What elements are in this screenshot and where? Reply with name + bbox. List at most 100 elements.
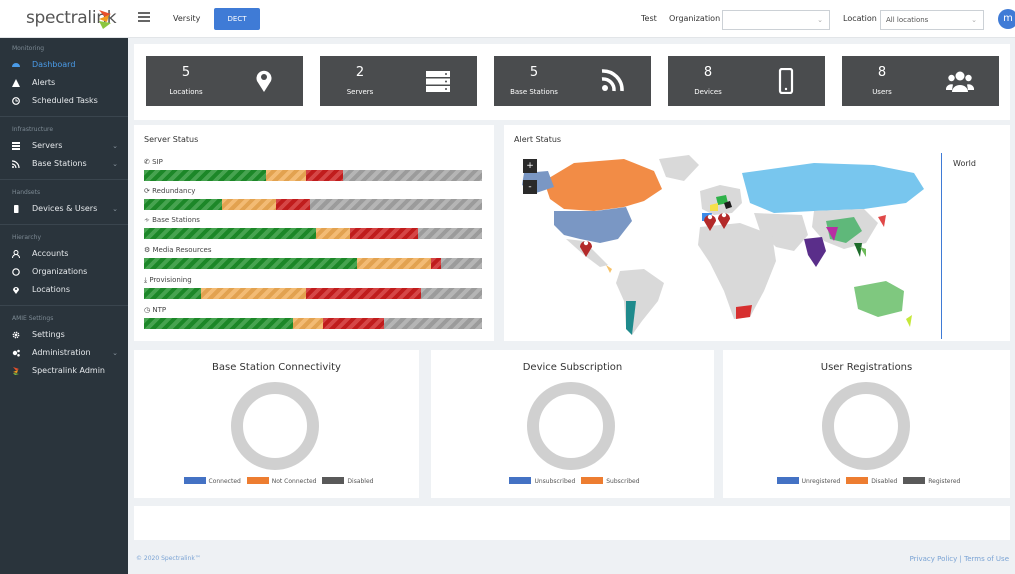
privacy-policy-link[interactable]: Privacy Policy bbox=[910, 555, 958, 563]
map-zoom-out-button[interactable]: - bbox=[523, 180, 537, 194]
sidebar-section-hierarchy: Hierarchy bbox=[12, 234, 42, 241]
sidebar-item-locations[interactable]: Locations bbox=[0, 281, 128, 299]
status-row-ntp: ◷ NTP bbox=[144, 305, 482, 329]
legend-label: Not Connected bbox=[271, 478, 317, 485]
rss-icon: ∻ bbox=[144, 216, 150, 224]
sidebar-divider bbox=[0, 305, 128, 306]
chevron-down-icon: ⌄ bbox=[112, 142, 118, 150]
bar-segment-ok bbox=[144, 228, 317, 239]
stat-label: Devices bbox=[694, 88, 722, 96]
sidebar-section-handsets: Handsets bbox=[12, 189, 41, 196]
sidebar-item-label: Accounts bbox=[32, 249, 69, 258]
bar-segment-warning bbox=[292, 318, 324, 329]
location-icon bbox=[13, 287, 19, 294]
stat-card-locations[interactable]: 5 Locations bbox=[146, 56, 303, 106]
status-bar-base-stations[interactable] bbox=[144, 228, 482, 239]
sidebar-item-label: Spectralink Admin bbox=[32, 366, 105, 375]
top-bar: spectralink Versity DECT Test Organizati… bbox=[0, 0, 1015, 38]
bar-segment-error bbox=[306, 288, 422, 299]
status-label-text: NTP bbox=[152, 306, 167, 314]
empty-panel bbox=[134, 506, 1010, 540]
bar-segment-unknown bbox=[441, 258, 482, 269]
status-label-text: SIP bbox=[152, 158, 163, 166]
sidebar-item-organizations[interactable]: Organizations bbox=[0, 263, 128, 281]
sidebar-item-devices-users[interactable]: Devices & Users ⌄ bbox=[0, 200, 128, 218]
bar-segment-unknown bbox=[421, 288, 482, 299]
main-content: 5 Locations 2 Servers 5 Base Stations 8 … bbox=[128, 38, 1015, 574]
status-bar-redundancy[interactable] bbox=[144, 199, 482, 210]
sidebar-item-settings[interactable]: Settings bbox=[0, 326, 128, 344]
mobile-icon bbox=[14, 205, 19, 213]
stat-card-devices[interactable]: 8 Devices bbox=[668, 56, 825, 106]
bar-segment-error bbox=[323, 318, 384, 329]
sidebar-item-label: Organizations bbox=[32, 267, 88, 276]
user-avatar[interactable]: m bbox=[998, 9, 1015, 29]
menu-toggle-icon[interactable] bbox=[138, 12, 150, 24]
rss-icon bbox=[601, 69, 624, 92]
bar-segment-error bbox=[431, 258, 442, 269]
map-zoom-in-button[interactable]: + bbox=[523, 159, 537, 173]
legend-swatch bbox=[903, 477, 926, 484]
donut-chart[interactable] bbox=[820, 380, 912, 472]
sidebar-divider bbox=[0, 224, 128, 225]
sidebar-item-alerts[interactable]: Alerts bbox=[0, 74, 128, 92]
sidebar-item-spectralink-admin[interactable]: Spectralink Admin bbox=[0, 362, 128, 380]
location-label: Location bbox=[843, 14, 877, 23]
chevron-down-icon: ⌄ bbox=[112, 349, 118, 357]
world-map[interactable]: + - bbox=[514, 151, 939, 337]
status-bar-provisioning[interactable] bbox=[144, 288, 482, 299]
bar-segment-ok bbox=[144, 288, 202, 299]
mobile-icon bbox=[778, 68, 794, 94]
organization-select[interactable]: ⌄ bbox=[722, 10, 830, 30]
spectralink-logo-icon bbox=[99, 10, 111, 29]
sidebar-item-label: Locations bbox=[32, 285, 71, 294]
location-select[interactable]: All locations ⌄ bbox=[880, 10, 984, 30]
legend-label: Registered bbox=[928, 478, 961, 485]
server-icon bbox=[426, 71, 450, 92]
stat-card-base-stations[interactable]: 5 Base Stations bbox=[494, 56, 651, 106]
world-map-svg bbox=[522, 155, 924, 335]
terms-of-use-link[interactable]: Terms of Use bbox=[964, 555, 1009, 563]
organization-label: Organization bbox=[669, 14, 721, 23]
donut-chart[interactable] bbox=[525, 380, 617, 472]
stat-label: Servers bbox=[346, 88, 374, 96]
status-bar-ntp[interactable] bbox=[144, 318, 482, 329]
sidebar-item-administration[interactable]: Administration ⌄ bbox=[0, 344, 128, 362]
sidebar-item-dashboard[interactable]: Dashboard bbox=[0, 56, 128, 74]
donut-chart[interactable] bbox=[229, 380, 321, 472]
bar-segment-warning bbox=[221, 199, 276, 210]
sidebar-item-accounts[interactable]: Accounts bbox=[0, 245, 128, 263]
refresh-icon: ⟳ bbox=[144, 187, 150, 195]
gears-icon: ⚙ bbox=[144, 246, 151, 254]
tab-dect[interactable]: DECT bbox=[214, 8, 260, 30]
bar-segment-error bbox=[306, 170, 344, 181]
status-bar-media-resources[interactable] bbox=[144, 258, 482, 269]
account-icon bbox=[12, 250, 20, 258]
status-label-text: Provisioning bbox=[149, 276, 192, 284]
status-row-provisioning: ⤓ Provisioning bbox=[144, 275, 482, 299]
status-label-text: Media Resources bbox=[152, 246, 212, 254]
tab-versity[interactable]: Versity bbox=[165, 10, 208, 28]
bar-segment-unknown bbox=[417, 228, 482, 239]
status-row-sip: ✆ SIP bbox=[144, 157, 482, 181]
location-value: All locations bbox=[886, 16, 929, 24]
bar-segment-ok bbox=[144, 170, 266, 181]
sidebar-item-label: Base Stations bbox=[32, 159, 87, 168]
status-bar-sip[interactable] bbox=[144, 170, 482, 181]
stats-row: 5 Locations 2 Servers 5 Base Stations 8 … bbox=[134, 44, 1010, 120]
server-status-title: Server Status bbox=[144, 135, 199, 144]
panel-title: Base Station Connectivity bbox=[212, 362, 341, 373]
status-label-text: Redundancy bbox=[152, 187, 196, 195]
bar-segment-warning bbox=[201, 288, 307, 299]
legend-swatch bbox=[776, 477, 799, 484]
sidebar-item-scheduled-tasks[interactable]: Scheduled Tasks bbox=[0, 92, 128, 110]
legend-label: Disabled bbox=[347, 478, 374, 485]
sidebar-item-servers[interactable]: Servers ⌄ bbox=[0, 137, 128, 155]
stat-card-users[interactable]: 8 Users bbox=[842, 56, 999, 106]
region-option-world[interactable]: World bbox=[953, 159, 976, 168]
bar-segment-ok bbox=[144, 318, 293, 329]
status-label-base-stations: ∻ Base Stations bbox=[144, 215, 482, 225]
sidebar-item-base-stations[interactable]: Base Stations ⌄ bbox=[0, 155, 128, 173]
stat-card-servers[interactable]: 2 Servers bbox=[320, 56, 477, 106]
chart-legend: Unsubscribed Subscribed bbox=[431, 477, 714, 485]
